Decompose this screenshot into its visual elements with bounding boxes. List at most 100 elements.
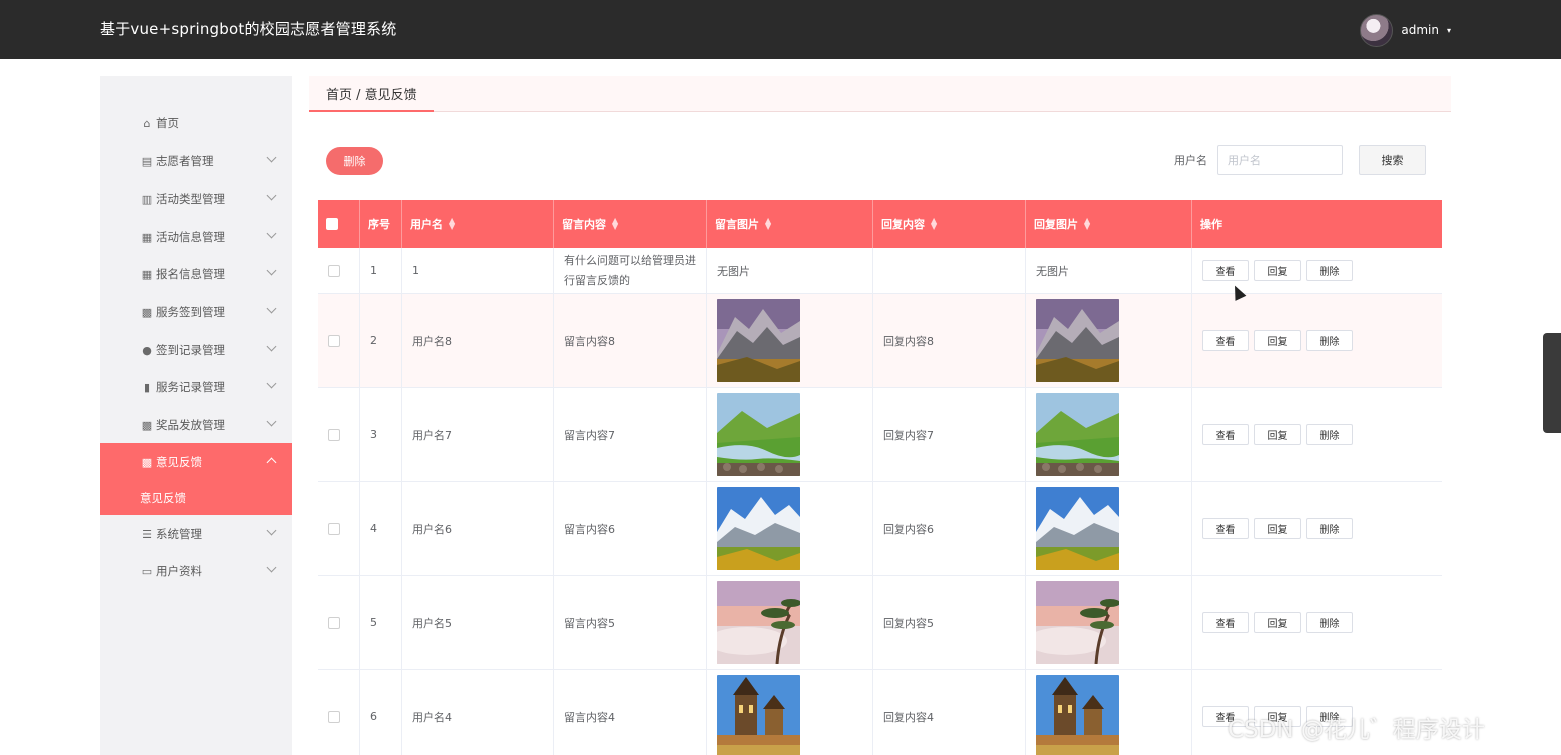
- reply-image[interactable]: [1036, 487, 1119, 570]
- table-row: 5 用户名5 留言内容5 回复内容5 查看 回复 删除: [318, 576, 1442, 670]
- row-select[interactable]: [318, 670, 360, 755]
- row-checkbox[interactable]: [328, 616, 340, 629]
- header-reply-image[interactable]: 回复图片 ▲ ▼: [1026, 200, 1192, 248]
- view-button[interactable]: 查看: [1202, 424, 1249, 445]
- row-delete-button[interactable]: 删除: [1306, 260, 1353, 281]
- chevron-down-icon: [266, 303, 277, 314]
- user-menu[interactable]: admin ▾: [1360, 13, 1451, 47]
- sidebar-subitem-feedback[interactable]: 意见反馈: [100, 481, 292, 515]
- home-icon: ⌂: [143, 116, 151, 130]
- search-label: 用户名: [1174, 154, 1207, 167]
- sort-icon[interactable]: ▲ ▼: [765, 217, 771, 231]
- chevron-up-icon: [266, 457, 277, 468]
- reply-button[interactable]: 回复: [1254, 330, 1301, 351]
- sidebar-item-label: 奖品发放管理: [156, 418, 225, 432]
- reply-image[interactable]: [1036, 299, 1119, 382]
- reply-button[interactable]: 回复: [1254, 518, 1301, 539]
- feedback-image[interactable]: [717, 393, 800, 476]
- header-image[interactable]: 留言图片 ▲ ▼: [707, 200, 873, 248]
- grid-icon: ▩: [141, 305, 153, 319]
- search-button[interactable]: 搜索: [1359, 145, 1426, 175]
- row-select[interactable]: [318, 482, 360, 575]
- header-select-all[interactable]: [318, 200, 360, 248]
- feedback-image[interactable]: [717, 675, 800, 755]
- sort-icon[interactable]: ▲ ▼: [1084, 217, 1090, 231]
- row-checkbox[interactable]: [328, 522, 340, 535]
- sort-icon[interactable]: ▲ ▼: [931, 217, 937, 231]
- search-input[interactable]: [1217, 145, 1343, 175]
- cell-reply-image: [1026, 670, 1192, 755]
- bars-icon: ▥: [141, 192, 153, 206]
- caret-down-icon[interactable]: ▾: [1447, 26, 1451, 35]
- sidebar-item-system[interactable]: ☰ 系统管理: [100, 515, 292, 553]
- cell-image: [707, 294, 873, 387]
- feedback-image[interactable]: [717, 487, 800, 570]
- sidebar-item-activity-types[interactable]: ▥ 活动类型管理: [100, 180, 292, 218]
- reply-image[interactable]: [1036, 393, 1119, 476]
- card-icon: ▭: [141, 564, 153, 578]
- chevron-down-icon: [266, 228, 277, 239]
- sidebar-item-service-records[interactable]: ▮ 服务记录管理: [100, 368, 292, 406]
- row-checkbox[interactable]: [328, 710, 340, 723]
- avatar[interactable]: [1360, 13, 1394, 47]
- sidebar-item-prizes[interactable]: ▩ 奖品发放管理: [100, 406, 292, 444]
- reply-button[interactable]: 回复: [1254, 424, 1301, 445]
- row-delete-button[interactable]: 删除: [1306, 612, 1353, 633]
- header-reply[interactable]: 回复内容 ▲ ▼: [873, 200, 1026, 248]
- sidebar-item-service-checkin[interactable]: ▩ 服务签到管理: [100, 293, 292, 331]
- sidebar-item-feedback[interactable]: ▩ 意见反馈: [100, 443, 292, 481]
- chevron-down-icon: [266, 190, 277, 201]
- cell-username: 用户名4: [402, 670, 554, 755]
- cell-reply: 回复内容7: [873, 388, 1026, 481]
- user-name[interactable]: admin: [1401, 23, 1439, 37]
- table-row: 4 用户名6 留言内容6 回复内容6 查看 回复 删除: [318, 482, 1442, 576]
- reply-image[interactable]: [1036, 581, 1119, 664]
- sidebar-item-volunteers[interactable]: ▤ 志愿者管理: [100, 142, 292, 180]
- side-scroll-handle[interactable]: [1543, 333, 1561, 433]
- select-all-checkbox[interactable]: [326, 218, 338, 230]
- header-label: 序号: [368, 218, 390, 231]
- sidebar-item-label: 服务签到管理: [156, 305, 225, 319]
- row-delete-button[interactable]: 删除: [1306, 330, 1353, 351]
- chevron-down-icon: [266, 416, 277, 427]
- row-select[interactable]: [318, 388, 360, 481]
- sidebar-item-checkin-records[interactable]: ● 签到记录管理: [100, 331, 292, 369]
- cell-index: 2: [360, 294, 402, 387]
- reply-image[interactable]: [1036, 675, 1119, 755]
- row-checkbox[interactable]: [328, 428, 340, 441]
- sort-icon[interactable]: ▲ ▼: [449, 217, 455, 231]
- feedback-image[interactable]: [717, 581, 800, 664]
- sidebar-item-user-profile[interactable]: ▭ 用户资料: [100, 552, 292, 590]
- view-button[interactable]: 查看: [1202, 260, 1249, 281]
- cell-index: 3: [360, 388, 402, 481]
- sidebar-item-label: 服务记录管理: [156, 380, 225, 394]
- breadcrumb[interactable]: 首页 / 意见反馈: [309, 76, 434, 112]
- header-content[interactable]: 留言内容 ▲ ▼: [554, 200, 707, 248]
- row-delete-button[interactable]: 删除: [1306, 424, 1353, 445]
- reply-button[interactable]: 回复: [1254, 260, 1301, 281]
- row-select[interactable]: [318, 294, 360, 387]
- reply-button[interactable]: 回复: [1254, 612, 1301, 633]
- row-select[interactable]: [318, 576, 360, 669]
- header-username[interactable]: 用户名 ▲ ▼: [402, 200, 554, 248]
- cell-reply: 回复内容4: [873, 670, 1026, 755]
- view-button[interactable]: 查看: [1202, 612, 1249, 633]
- header-label: 回复图片: [1034, 218, 1078, 231]
- sidebar-item-label: 活动类型管理: [156, 192, 225, 206]
- view-button[interactable]: 查看: [1202, 330, 1249, 351]
- row-checkbox[interactable]: [328, 334, 340, 347]
- sidebar-item-label: 志愿者管理: [156, 154, 214, 168]
- view-button[interactable]: 查看: [1202, 518, 1249, 539]
- cell-username: 用户名6: [402, 482, 554, 575]
- feedback-image[interactable]: [717, 299, 800, 382]
- delete-button[interactable]: 删除: [326, 147, 383, 175]
- sidebar-item-activity-info[interactable]: ▦ 活动信息管理: [100, 218, 292, 256]
- sidebar-item-home[interactable]: ⌂ 首页: [100, 104, 292, 142]
- cell-reply-image: [1026, 294, 1192, 387]
- row-delete-button[interactable]: 删除: [1306, 518, 1353, 539]
- header-actions: 操作: [1192, 200, 1442, 248]
- sort-icon[interactable]: ▲ ▼: [612, 217, 618, 231]
- sidebar-item-registrations[interactable]: ▦ 报名信息管理: [100, 255, 292, 293]
- row-select[interactable]: [318, 248, 360, 293]
- row-checkbox[interactable]: [328, 264, 340, 277]
